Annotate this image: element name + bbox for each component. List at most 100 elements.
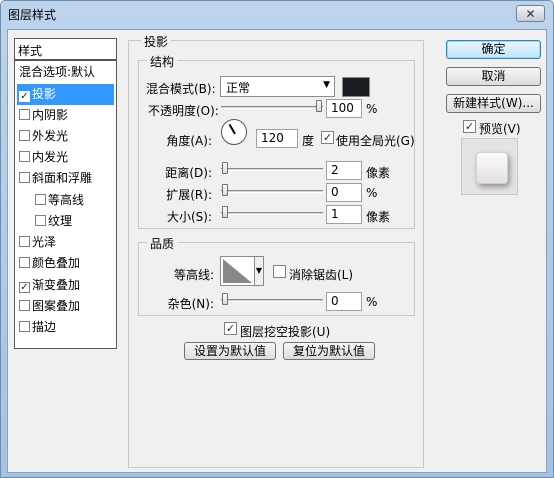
style-list-item[interactable]: 斜面和浮雕 xyxy=(17,168,114,189)
dialog-body: 样式 混合选项:默认 ✓ 投影 内阴影 外发光 内发光 斜面和浮雕 等高线 纹理 光泽 颜色叠加 ✓ 渐… xyxy=(7,29,547,473)
style-list-item-label: 等高线 xyxy=(48,193,85,207)
checkmark-icon: ✓ xyxy=(464,120,475,133)
preview-swatch xyxy=(476,152,508,184)
noise-slider-track[interactable] xyxy=(221,299,323,302)
title-bar[interactable]: 图层样式 ✕ xyxy=(1,1,553,27)
style-list-item-label: 图案叠加 xyxy=(32,299,81,313)
style-checkbox[interactable]: ✓ xyxy=(19,91,30,102)
make-default-button[interactable]: 设置为默认值 xyxy=(184,342,276,360)
styles-list-header[interactable]: 样式 xyxy=(15,39,116,61)
angle-input[interactable]: 120 xyxy=(256,129,298,148)
knockout-label[interactable]: 图层挖空投影(U) xyxy=(240,323,330,340)
global-light-label[interactable]: 使用全局光(G) xyxy=(336,132,415,149)
cancel-button[interactable]: 取消 xyxy=(446,67,541,86)
style-list-item-label: 渐变叠加 xyxy=(32,278,81,292)
contour-label: 等高线: xyxy=(173,268,214,282)
style-list-item[interactable]: 外发光 xyxy=(17,126,114,147)
style-checkbox[interactable] xyxy=(35,194,46,205)
style-list-item-label: 斜面和浮雕 xyxy=(32,171,93,185)
style-list-item[interactable]: ✓ 渐变叠加 xyxy=(17,275,114,296)
style-checkbox[interactable] xyxy=(19,236,30,247)
opacity-unit: % xyxy=(366,102,378,116)
style-list-item-label: 内发光 xyxy=(32,150,69,164)
style-list-item[interactable]: 内发光 xyxy=(17,147,114,168)
style-list-item[interactable]: 图案叠加 xyxy=(17,296,114,317)
ok-button[interactable]: 确定 xyxy=(446,40,541,59)
blend-mode-label: 混合模式(B): xyxy=(146,82,216,96)
global-light-checkbox[interactable]: ✓ xyxy=(321,131,334,144)
style-checkbox[interactable] xyxy=(19,151,30,162)
style-checkbox[interactable] xyxy=(35,215,46,226)
distance-slider-track[interactable] xyxy=(221,168,323,171)
knockout-checkbox[interactable]: ✓ xyxy=(224,322,237,335)
style-list-item[interactable]: 等高线 xyxy=(17,190,114,211)
chevron-down-icon: ▼ xyxy=(323,80,330,90)
style-list-item-label: 光泽 xyxy=(32,235,57,249)
style-list-item-label: 描边 xyxy=(32,320,57,334)
preview-label[interactable]: 预览(V) xyxy=(479,120,521,137)
preview-checkbox[interactable]: ✓ xyxy=(463,120,476,133)
style-checkbox[interactable] xyxy=(19,172,30,183)
new-style-button[interactable]: 新建样式(W)... xyxy=(446,94,541,113)
spread-slider-track[interactable] xyxy=(221,190,323,193)
size-input[interactable]: 1 xyxy=(326,205,362,224)
style-list-item[interactable]: 纹理 xyxy=(17,211,114,232)
noise-input[interactable]: 0 xyxy=(326,292,362,311)
size-slider-thumb[interactable] xyxy=(222,206,228,218)
style-list-item[interactable]: 混合选项:默认 xyxy=(17,62,114,83)
anti-alias-label[interactable]: 消除锯齿(L) xyxy=(289,266,353,283)
angle-unit: 度 xyxy=(302,134,315,148)
noise-slider-thumb[interactable] xyxy=(222,293,228,305)
distance-input[interactable]: 2 xyxy=(326,161,362,180)
drop-shadow-section-title: 投影 xyxy=(141,33,172,50)
style-list-item-label: 投影 xyxy=(32,87,57,101)
spread-slider-thumb[interactable] xyxy=(222,184,228,196)
style-list-item-label: 内阴影 xyxy=(32,108,69,122)
style-checkbox[interactable] xyxy=(19,321,30,332)
size-label: 大小(S): xyxy=(166,210,212,224)
contour-picker[interactable] xyxy=(220,256,255,286)
style-preview-thumbnail xyxy=(461,138,518,195)
style-checkbox[interactable] xyxy=(19,130,30,141)
close-button[interactable]: ✕ xyxy=(516,5,545,22)
layer-style-dialog: 图层样式 ✕ 样式 混合选项:默认 ✓ 投影 内阴影 外发光 内发光 斜面和浮雕 等高线 纹理光… xyxy=(0,0,554,478)
opacity-input[interactable]: 100 xyxy=(326,99,362,118)
size-unit: 像素 xyxy=(366,210,391,224)
style-checkbox[interactable] xyxy=(19,109,30,120)
anti-alias-checkbox[interactable] xyxy=(273,265,286,278)
angle-dial[interactable] xyxy=(221,119,247,145)
style-checkbox[interactable]: ✓ xyxy=(19,282,30,293)
chevron-down-icon: ▼ xyxy=(255,266,263,275)
style-list-item-label: 外发光 xyxy=(32,129,69,143)
spread-label: 扩展(R): xyxy=(166,188,212,202)
shadow-color-swatch[interactable] xyxy=(342,77,370,97)
reset-default-button[interactable]: 复位为默认值 xyxy=(283,342,375,360)
blend-mode-select[interactable]: 正常 ▼ xyxy=(220,76,335,97)
distance-label: 距离(D): xyxy=(165,166,212,180)
close-icon: ✕ xyxy=(525,6,536,21)
spread-unit: % xyxy=(366,186,378,200)
distance-slider-thumb[interactable] xyxy=(222,162,228,174)
style-list-item[interactable]: 光泽 xyxy=(17,232,114,253)
distance-unit: 像素 xyxy=(366,166,391,180)
checkmark-icon: ✓ xyxy=(225,322,236,335)
angle-label: 角度(A): xyxy=(166,134,212,148)
styles-list: 样式 混合选项:默认 ✓ 投影 内阴影 外发光 内发光 斜面和浮雕 等高线 纹理 光泽 颜色叠加 ✓ 渐… xyxy=(14,38,117,349)
size-slider-track[interactable] xyxy=(221,212,323,215)
checkmark-icon: ✓ xyxy=(322,131,333,144)
style-list-item-label: 混合选项:默认 xyxy=(19,65,96,79)
opacity-label: 不透明度(O): xyxy=(148,104,219,118)
style-list-item[interactable]: 内阴影 xyxy=(17,105,114,126)
spread-input[interactable]: 0 xyxy=(326,183,362,202)
contour-dropdown[interactable]: ▼ xyxy=(254,256,264,286)
style-checkbox[interactable] xyxy=(19,300,30,311)
quality-group-title: 品质 xyxy=(147,235,178,252)
style-list-item[interactable]: 颜色叠加 xyxy=(17,253,114,274)
blend-mode-value: 正常 xyxy=(226,81,251,95)
style-list-item[interactable]: ✓ 投影 xyxy=(17,84,114,105)
style-list-item[interactable]: 描边 xyxy=(17,317,114,338)
style-checkbox[interactable] xyxy=(19,257,30,268)
opacity-slider-thumb[interactable] xyxy=(316,100,322,112)
dialog-title: 图层样式 xyxy=(8,8,57,22)
opacity-slider-track[interactable] xyxy=(221,106,323,109)
